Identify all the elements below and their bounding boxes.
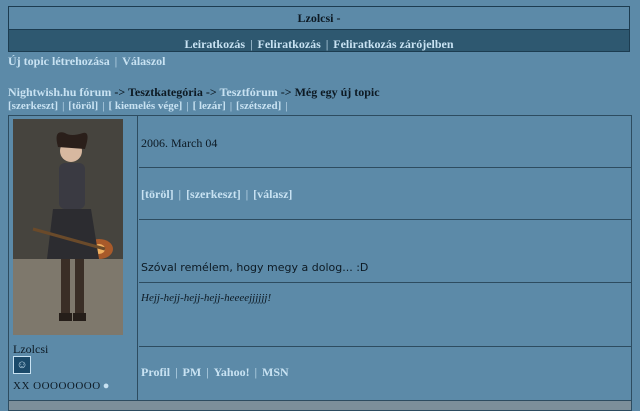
page-title-bar: Lzolcsi - <box>8 6 630 30</box>
breadcrumb-subforum[interactable]: Tesztfórum <box>220 85 278 99</box>
subscription-menu: Leiratkozás | Feliratkozás | Feliratkozás zá… <box>8 30 630 52</box>
profile-link[interactable]: Profil <box>141 365 170 379</box>
breadcrumb-arrow: -> <box>205 85 217 99</box>
rank-star-icon: ● <box>102 380 110 392</box>
admin-tools: [szerkeszt] | [töröl] |[ kiemelés vége] |[ l… <box>8 100 288 112</box>
pm-link[interactable]: PM <box>183 365 202 379</box>
admin-unhighlight-link[interactable]: [ kiemelés vége] <box>108 100 182 112</box>
signature-divider <box>139 282 631 283</box>
breadcrumb-arrow: -> <box>114 85 126 99</box>
post-actions-cell: [töröl] | [szerkeszt] | [válasz] <box>139 169 631 220</box>
breadcrumb-topic: Még egy új topic <box>294 85 380 99</box>
user-rank: XX OOOOOOOO ● <box>13 380 110 392</box>
breadcrumb-forum[interactable]: Nightwish.hu fórum <box>8 85 111 99</box>
admin-delete-link[interactable]: [töröl] <box>68 100 98 112</box>
post-container: Lzolcsi ☺ XX OOOOOOOO ● 2006. March 04 [t… <box>8 115 632 405</box>
avatar <box>13 119 123 335</box>
online-status-icon: ☺ <box>13 356 31 374</box>
user-rank-text: XX OOOOOOOO <box>13 380 101 392</box>
post-author-panel: Lzolcsi ☺ XX OOOOOOOO ● <box>9 116 138 404</box>
new-topic-link[interactable]: Új topic létrehozása <box>8 54 110 68</box>
breadcrumb-arrow: -> <box>280 85 292 99</box>
post-signature: Hejj-hejj-hejj-hejj-heeeejjjjjj! <box>141 292 272 304</box>
next-post-strip <box>8 400 632 411</box>
post-actions: [töröl] | [szerkeszt] | [válasz] <box>141 187 293 201</box>
post-body-text: Szóval remélem, hogy megy a dolog... :D <box>141 261 369 274</box>
admin-split-link[interactable]: [szétszed] <box>236 100 281 112</box>
unsubscribe-link[interactable]: Leiratkozás <box>184 37 245 51</box>
post-date: 2006. March 04 <box>141 136 218 150</box>
breadcrumb-category: Tesztkategória <box>128 85 203 99</box>
post-reply-link[interactable]: [válasz] <box>253 187 292 201</box>
admin-lock-link[interactable]: [ lezár] <box>193 100 226 112</box>
page-title: Lzolcsi - <box>297 11 341 25</box>
topic-action-bar: Új topic létrehozása | Válaszol <box>8 54 166 68</box>
reply-link[interactable]: Válaszol <box>122 54 165 68</box>
breadcrumb: Nightwish.hu fórum -> Tesztkategória -> … <box>8 85 380 100</box>
contact-links: Profil | PM | Yahoo! | MSN <box>141 365 289 379</box>
subscribe-link[interactable]: Feliratkozás <box>258 37 321 51</box>
post-edit-link[interactable]: [szerkeszt] <box>186 187 241 201</box>
post-delete-link[interactable]: [töröl] <box>141 187 174 201</box>
post-content-panel: 2006. March 04 [töröl] | [szerkeszt] | [vála… <box>139 116 631 404</box>
post-author-name: Lzolcsi <box>13 342 49 356</box>
msn-link[interactable]: MSN <box>262 365 289 379</box>
post-body-cell <box>139 221 631 347</box>
admin-edit-link[interactable]: [szerkeszt] <box>8 100 58 112</box>
subscribe-closed-link[interactable]: Feliratkozás zárójelben <box>333 37 453 51</box>
yahoo-link[interactable]: Yahoo! <box>214 365 250 379</box>
post-date-cell: 2006. March 04 <box>139 116 631 168</box>
